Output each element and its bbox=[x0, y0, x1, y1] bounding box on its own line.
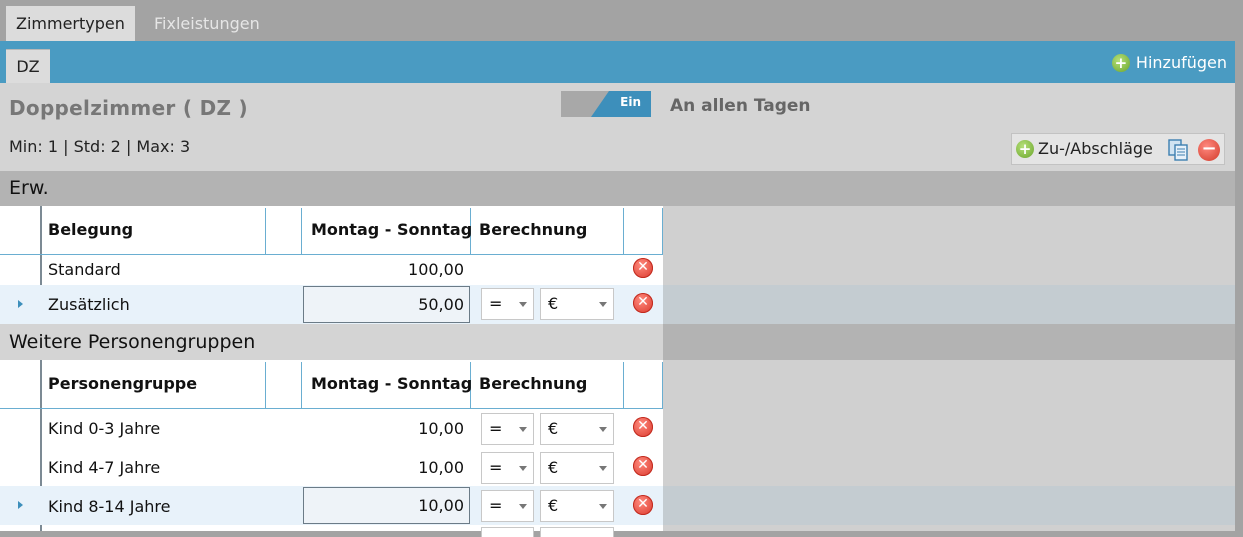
col-berechnung: Berechnung bbox=[479, 220, 588, 239]
add-label: Hinzufügen bbox=[1135, 53, 1227, 72]
operator-select[interactable]: = bbox=[481, 288, 534, 320]
plus-icon: + bbox=[1111, 54, 1130, 72]
surcharge-toolbar: + Zu-/Abschläge − bbox=[1011, 133, 1225, 165]
unit-select[interactable]: € bbox=[540, 288, 614, 320]
col-belegung: Belegung bbox=[48, 220, 134, 239]
room-tabbar: DZ + Hinzufügen bbox=[0, 41, 1235, 84]
weitere-grid: Personengruppe Montag - Sonntag Berechnu… bbox=[0, 360, 663, 537]
unit-select[interactable]: € bbox=[540, 413, 614, 445]
row-value[interactable]: 100,00 bbox=[330, 260, 464, 279]
unit-value: € bbox=[548, 458, 559, 477]
operator-value: = bbox=[489, 496, 503, 515]
add-button[interactable]: + Hinzufügen bbox=[1111, 53, 1227, 73]
chevron-down-icon bbox=[599, 302, 607, 307]
delete-row-icon[interactable]: ✕ bbox=[633, 456, 653, 476]
row-label: Kind 8-14 Jahre bbox=[48, 497, 171, 516]
right-edge bbox=[1235, 0, 1243, 531]
row-label: Kind 4-7 Jahre bbox=[48, 458, 161, 477]
selected-row-extension bbox=[663, 285, 1235, 324]
unit-select[interactable]: € bbox=[540, 490, 614, 522]
erw-grid: Belegung Montag - Sonntag Berechnung Sta… bbox=[0, 206, 663, 324]
remove-icon[interactable]: − bbox=[1198, 139, 1220, 161]
section-header-erw: Erw. bbox=[0, 171, 1235, 206]
unit-value: € bbox=[548, 294, 559, 313]
main-tabbar: Zimmertypen Fixleistungen bbox=[0, 0, 1235, 41]
surcharge-button[interactable]: + Zu-/Abschläge bbox=[1016, 139, 1153, 158]
section-header-weitere: Weitere Personengruppen bbox=[9, 331, 256, 353]
chevron-down-icon bbox=[519, 302, 527, 307]
unit-value: € bbox=[548, 496, 559, 515]
delete-row-icon[interactable]: ✕ bbox=[633, 495, 653, 515]
chevron-down-icon bbox=[599, 504, 607, 509]
operator-select[interactable]: = bbox=[481, 490, 534, 522]
col-personengruppe: Personengruppe bbox=[48, 374, 198, 393]
row-pointer-icon bbox=[18, 300, 23, 308]
operator-select[interactable]: = bbox=[481, 413, 534, 445]
copy-icon[interactable] bbox=[1166, 138, 1190, 162]
tab-room-dz[interactable]: DZ bbox=[6, 49, 50, 84]
operator-value: = bbox=[489, 458, 503, 477]
row-value[interactable]: 10,00 bbox=[330, 458, 464, 477]
col-berechnung: Berechnung bbox=[479, 374, 588, 393]
tab-zimmertypen[interactable]: Zimmertypen bbox=[6, 6, 135, 41]
occupancy-info: Min: 1 | Std: 2 | Max: 3 bbox=[9, 137, 191, 156]
operator-select[interactable] bbox=[481, 527, 534, 537]
chevron-down-icon bbox=[519, 504, 527, 509]
row-value[interactable]: 10,00 bbox=[330, 419, 464, 438]
delete-row-icon[interactable]: ✕ bbox=[633, 293, 653, 313]
col-montag-sonntag: Montag - Sonntag bbox=[311, 220, 473, 239]
unit-value: € bbox=[548, 419, 559, 438]
active-toggle[interactable]: Ein bbox=[561, 91, 651, 117]
chevron-down-icon bbox=[519, 427, 527, 432]
row-label: Standard bbox=[48, 260, 121, 279]
room-title: Doppelzimmer ( DZ ) bbox=[9, 96, 248, 120]
days-label: An allen Tagen bbox=[670, 96, 811, 116]
chevron-down-icon bbox=[519, 466, 527, 471]
row-label: Zusätzlich bbox=[48, 295, 130, 314]
unit-select[interactable] bbox=[540, 527, 614, 537]
row-pointer-icon bbox=[18, 501, 23, 509]
delete-row-icon[interactable]: ✕ bbox=[633, 258, 653, 278]
row-label: Kind 0-3 Jahre bbox=[48, 419, 161, 438]
plus-icon: + bbox=[1016, 139, 1034, 158]
surcharge-label: Zu-/Abschläge bbox=[1038, 139, 1153, 158]
price-input[interactable]: 50,00 bbox=[303, 286, 470, 323]
operator-value: = bbox=[489, 419, 503, 438]
operator-value: = bbox=[489, 294, 503, 313]
chevron-down-icon bbox=[599, 466, 607, 471]
tab-fixleistungen[interactable]: Fixleistungen bbox=[144, 6, 270, 41]
price-input[interactable]: 10,00 bbox=[303, 487, 470, 524]
unit-select[interactable]: € bbox=[540, 452, 614, 484]
chevron-down-icon bbox=[599, 427, 607, 432]
operator-select[interactable]: = bbox=[481, 452, 534, 484]
selected-row-extension bbox=[663, 486, 1235, 525]
delete-row-icon[interactable]: ✕ bbox=[633, 417, 653, 437]
col-montag-sonntag: Montag - Sonntag bbox=[311, 374, 473, 393]
section-header-bg-right bbox=[663, 324, 1235, 360]
